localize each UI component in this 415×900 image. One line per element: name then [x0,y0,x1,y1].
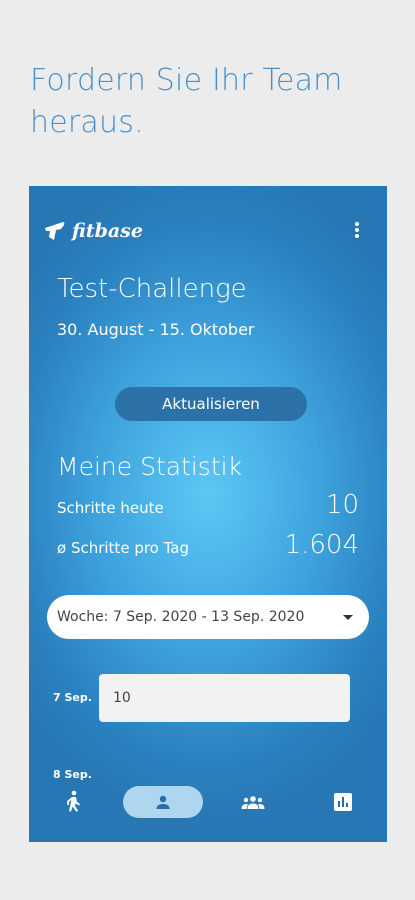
avg-steps-label: ø Schritte pro Tag [57,539,190,557]
nav-walk[interactable] [59,786,87,818]
dropdown-arrow-icon [343,614,353,620]
bottom-nav [29,778,387,826]
brand-name: fitbase [72,220,143,242]
steps-today-value: 10 [325,490,359,520]
challenge-title: Test-Challenge [57,274,247,304]
nav-team[interactable] [239,786,267,818]
fitbase-logo: fitbase [43,218,163,244]
week-select[interactable]: Woche: 7 Sep. 2020 - 13 Sep. 2020 [47,595,369,639]
app-screen: fitbase Test-Challenge 30. August - 15. … [29,186,387,842]
nav-stats[interactable] [329,786,357,818]
headline: Fordern Sie Ihr Team heraus. [30,63,343,140]
more-vert-icon[interactable] [351,222,363,244]
person-icon [156,795,170,809]
app-header: fitbase [29,186,387,276]
chart-icon [334,793,352,811]
week-select-value: Woche: 7 Sep. 2020 - 13 Sep. 2020 [57,609,305,625]
day-steps-input[interactable]: 10 [99,674,350,722]
group-icon [241,796,265,809]
avg-steps-row: ø Schritte pro Tag 1.604 [57,530,359,560]
challenge-dates: 30. August - 15. Oktober [57,320,255,339]
walk-icon [67,790,80,812]
refresh-button[interactable]: Aktualisieren [115,387,307,421]
stats-title: Meine Statistik [57,452,243,481]
steps-today-label: Schritte heute [57,499,164,517]
fitbase-logo-icon [45,222,65,240]
nav-profile[interactable] [123,786,203,818]
day-label: 7 Sep. [53,691,92,704]
avg-steps-value: 1.604 [284,530,359,560]
steps-today-row: Schritte heute 10 [57,490,359,520]
